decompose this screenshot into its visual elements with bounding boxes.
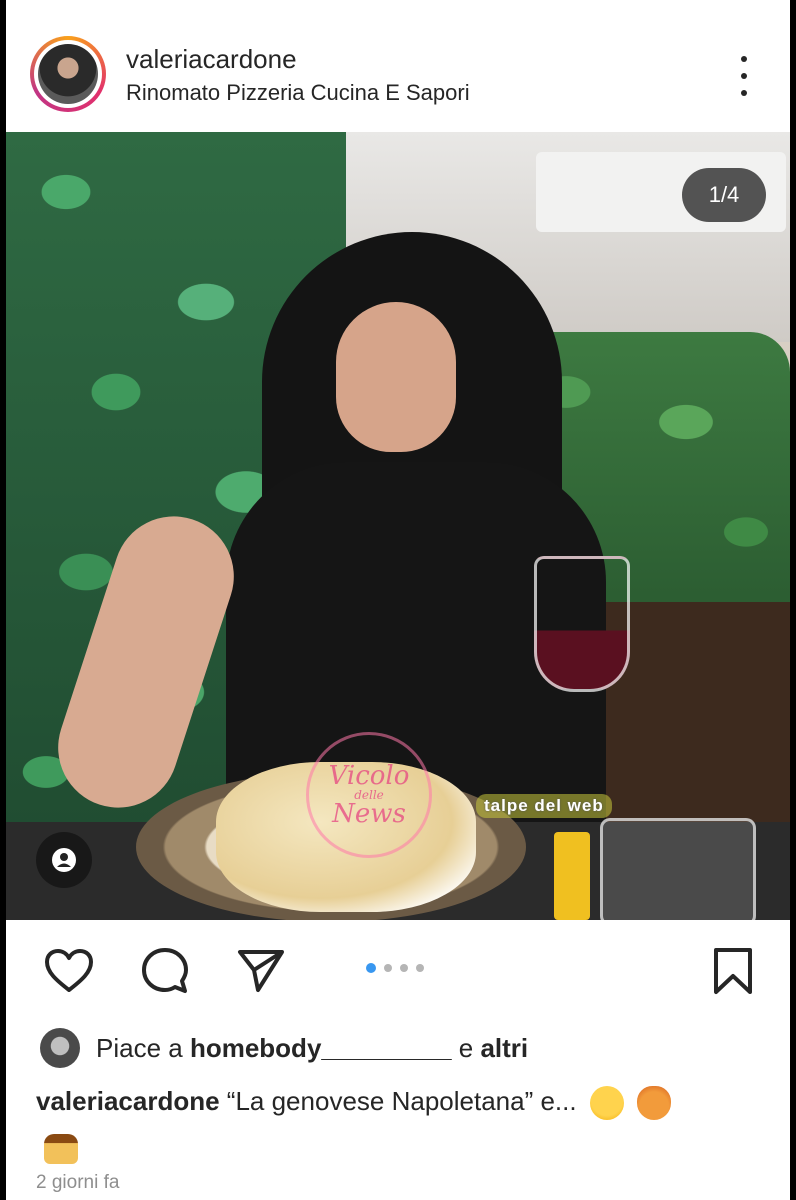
heart-icon[interactable] <box>42 944 96 998</box>
liker-username[interactable]: homebody_________ <box>190 1033 452 1063</box>
watermark-badge: talpe del web <box>476 794 612 818</box>
user-tag-icon[interactable] <box>36 832 92 888</box>
image-counter: 1/4 <box>682 168 766 222</box>
carousel-dot <box>416 964 424 972</box>
drooling-face-icon <box>589 1086 624 1121</box>
custard-icon <box>44 1134 78 1165</box>
carousel-dot <box>384 964 392 972</box>
post-caption: valeriacardone “La genovese Napoletana” … <box>36 1078 766 1170</box>
caption-text[interactable]: “La genovese Napoletana” e... <box>227 1086 577 1116</box>
post-header: valeriacardone Rinomato Pizzeria Cucina … <box>6 0 790 132</box>
avatar <box>38 44 98 104</box>
story-avatar[interactable] <box>30 36 106 112</box>
carousel-indicator <box>366 963 424 973</box>
post-username[interactable]: valeriacardone <box>126 44 297 75</box>
spaghetti-icon <box>637 1086 672 1121</box>
likes-text[interactable]: Piace a homebody_________ e altri <box>96 1033 528 1064</box>
more-options-icon[interactable] <box>734 56 754 96</box>
send-icon[interactable] <box>234 944 288 998</box>
comment-icon[interactable] <box>138 944 192 998</box>
post-location[interactable]: Rinomato Pizzeria Cucina E Sapori <box>126 80 470 106</box>
post-image[interactable]: Vicolo delle News talpe del web 1/4 <box>6 132 790 920</box>
carousel-dot <box>400 964 408 972</box>
carousel-dot <box>366 963 376 973</box>
instagram-post: valeriacardone Rinomato Pizzeria Cucina … <box>6 0 790 1200</box>
post-actions <box>6 920 790 1020</box>
caption-username[interactable]: valeriacardone <box>36 1086 220 1116</box>
likes-row: Piace a homebody_________ e altri <box>40 1026 528 1070</box>
liker-avatar[interactable] <box>40 1028 80 1068</box>
wine-glass <box>534 556 630 692</box>
post-timestamp: 2 giorni fa <box>36 1172 120 1193</box>
bookmark-icon[interactable] <box>706 944 760 998</box>
likes-others-link[interactable]: altri <box>480 1033 528 1063</box>
watermark-logo: Vicolo delle News <box>306 732 432 858</box>
